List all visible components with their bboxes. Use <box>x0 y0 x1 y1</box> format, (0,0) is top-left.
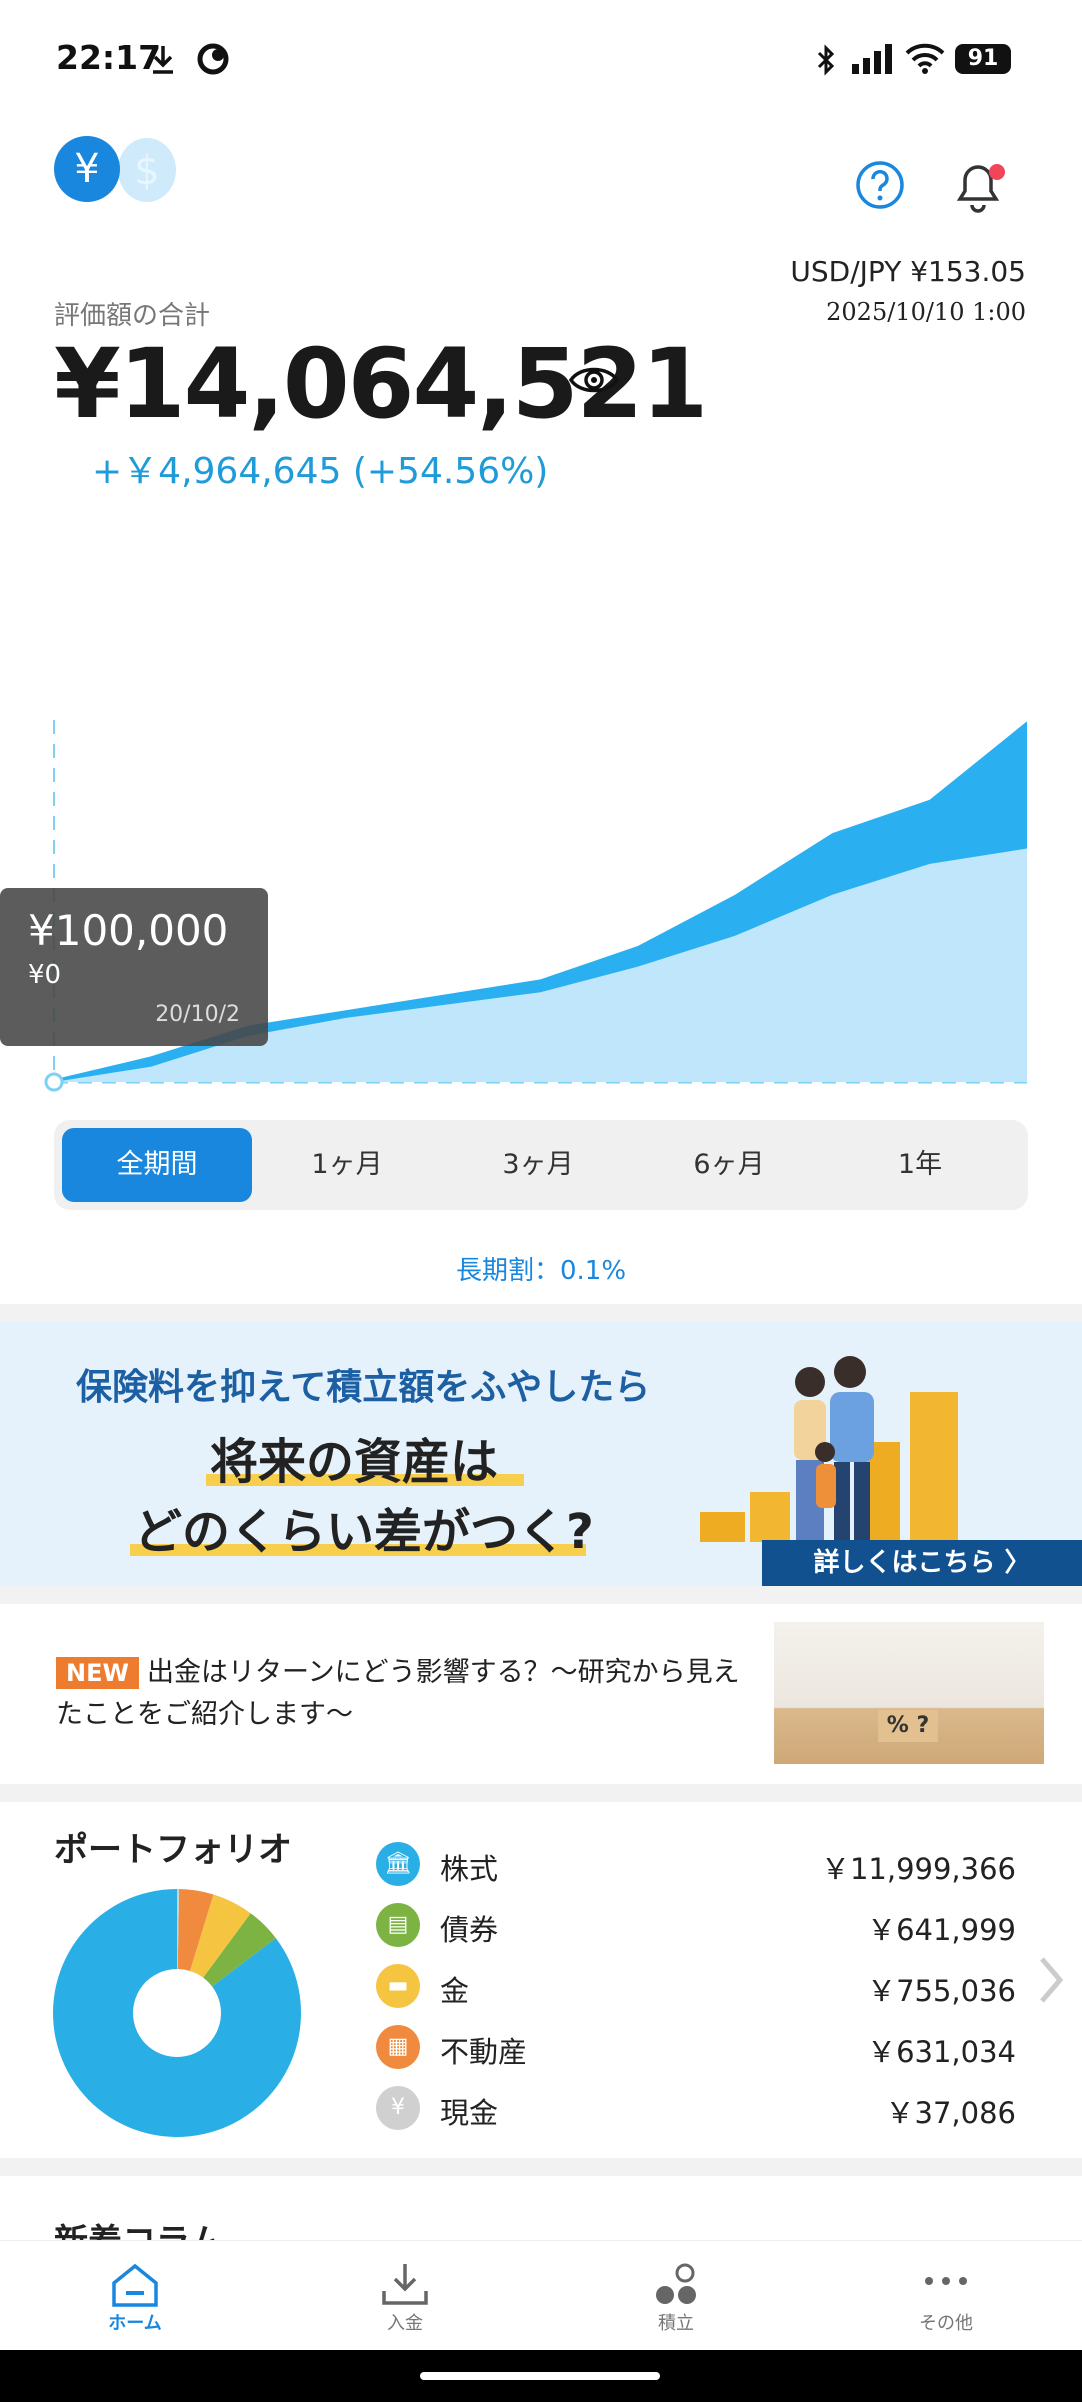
fx-datetime: 2025/10/10 1:00 <box>826 298 1026 326</box>
bluetooth-icon <box>817 44 835 76</box>
percent-question-blocks: % ? <box>878 1710 938 1742</box>
tab-6m[interactable]: 6ヶ月 <box>634 1128 824 1202</box>
next-section-title: 新着コラム <box>54 2222 223 2240</box>
chart-tooltip: ¥100,000 ¥0 20/10/2 <box>0 888 268 1046</box>
divider <box>0 2158 1082 2176</box>
portfolio-value: ￥641,999 <box>867 1913 1016 1947</box>
nav-other[interactable]: その他 <box>866 2241 1026 2351</box>
more-icon <box>925 2277 967 2285</box>
portfolio-name: 金 <box>440 1974 470 2008</box>
portfolio-value: ￥755,036 <box>867 1974 1016 2008</box>
deposit-icon <box>382 2264 428 2305</box>
family-coins-illustration <box>700 1356 958 1542</box>
tooltip-value: ¥100,000 <box>28 906 229 955</box>
total-label: 評価額の合計 <box>54 301 211 331</box>
jpy-toggle[interactable]: ¥ <box>54 136 120 202</box>
portfolio-name: 債券 <box>440 1913 499 1947</box>
article-title: 出金はリターンにどう影響する？〜研究から見えたことをご紹介します〜 <box>56 1657 740 1730</box>
wifi-icon <box>905 43 945 74</box>
usd-toggle[interactable]: $ <box>118 138 176 202</box>
promo-banner[interactable]: 保険料を抑えて積立額をふやしたら 将来の資産は どのくらい差がつく? 詳しくはこ… <box>0 1322 1082 1586</box>
portfolio-row[interactable]: ▤ 債券 ￥641,999 <box>376 1901 1016 1951</box>
banner-line2: 将来の資産は <box>210 1434 499 1490</box>
download-icon <box>153 46 173 74</box>
app-status-icon <box>197 43 229 75</box>
divider <box>0 1586 1082 1604</box>
status-time: 22:17 <box>56 38 162 77</box>
nav-deposit[interactable]: 入金 <box>325 2241 485 2351</box>
tab-1m[interactable]: 1ヶ月 <box>252 1128 442 1202</box>
nav-saving[interactable]: 積立 <box>596 2241 756 2351</box>
nav-home[interactable]: ホーム <box>55 2241 215 2351</box>
cash-icon: ¥ <box>376 2086 420 2130</box>
bank-icon: 🏛 <box>376 1842 420 1886</box>
portfolio-value: ￥631,034 <box>867 2035 1016 2069</box>
new-badge: NEW <box>56 1657 139 1689</box>
long-term-discount[interactable]: 長期割：0.1% <box>0 1250 1082 1287</box>
nav-saving-label: 積立 <box>658 2313 694 2334</box>
tooltip-deposit: ¥0 <box>28 960 62 990</box>
portfolio-value: ￥11,999,366 <box>820 1852 1016 1886</box>
banner-line3: どのくらい差がつく? <box>134 1504 594 1560</box>
building-icon: ▦ <box>376 2025 420 2069</box>
banner-line1: 保険料を抑えて積立額をふやしたら <box>76 1367 651 1408</box>
portfolio-title: ポートフォリオ <box>54 1830 292 1870</box>
total-gain: +￥4,964,645 (+54.56%) <box>92 451 549 492</box>
notification-bell-icon[interactable] <box>950 155 1008 217</box>
gold-icon: ▬ <box>376 1964 420 2008</box>
divider <box>0 1784 1082 1802</box>
divider <box>0 1304 1082 1322</box>
nav-other-label: その他 <box>919 2313 973 2334</box>
bond-icon: ▤ <box>376 1903 420 1947</box>
portfolio-row[interactable]: ▬ 金 ￥755,036 <box>376 1962 1016 2012</box>
chevron-right-icon[interactable] <box>1036 1955 1066 2005</box>
help-icon[interactable] <box>855 160 905 210</box>
nav-home-label: ホーム <box>108 2313 162 2334</box>
portfolio-name: 不動産 <box>440 2035 528 2069</box>
bottom-nav: ホーム 入金 積立 その他 <box>0 2240 1082 2351</box>
chart-cursor-dot <box>44 1072 64 1092</box>
battery-icon: 91 <box>955 44 1011 74</box>
portfolio-donut-chart[interactable] <box>52 1888 302 2138</box>
home-indicator <box>420 2372 660 2380</box>
article-link[interactable]: NEW 出金はリターンにどう影響する？〜研究から見えたことをご紹介します〜 <box>56 1652 756 1736</box>
tooltip-date: 20/10/2 <box>155 1002 240 1027</box>
portfolio-row[interactable]: ▦ 不動産 ￥631,034 <box>376 2023 1016 2073</box>
portfolio-row[interactable]: 🏛 株式 ￥11,999,366 <box>376 1840 1016 1890</box>
tab-all[interactable]: 全期間 <box>62 1128 252 1202</box>
range-tabs: 全期間 1ヶ月 3ヶ月 6ヶ月 1年 <box>54 1120 1028 1210</box>
nav-deposit-label: 入金 <box>387 2313 423 2334</box>
fx-rate: USD/JPY ¥153.05 <box>790 255 1026 288</box>
home-icon <box>112 2263 158 2307</box>
portfolio-value: ￥37,086 <box>885 2096 1016 2130</box>
portfolio-name: 現金 <box>440 2096 499 2130</box>
portfolio-name: 株式 <box>440 1852 499 1886</box>
tab-1y[interactable]: 1年 <box>825 1128 1015 1202</box>
eye-icon[interactable] <box>568 360 620 400</box>
status-bar: 22:17 91 <box>0 0 1082 120</box>
article-thumbnail[interactable]: % ? <box>774 1622 1044 1764</box>
tab-3m[interactable]: 3ヶ月 <box>443 1128 633 1202</box>
portfolio-row[interactable]: ¥ 現金 ￥37,086 <box>376 2084 1016 2134</box>
banner-cta-button[interactable]: 詳しくはこちら 〉 <box>762 1540 1082 1586</box>
system-home-bar <box>0 2350 1082 2402</box>
saving-icon <box>656 2263 696 2304</box>
signal-icon <box>852 44 892 74</box>
